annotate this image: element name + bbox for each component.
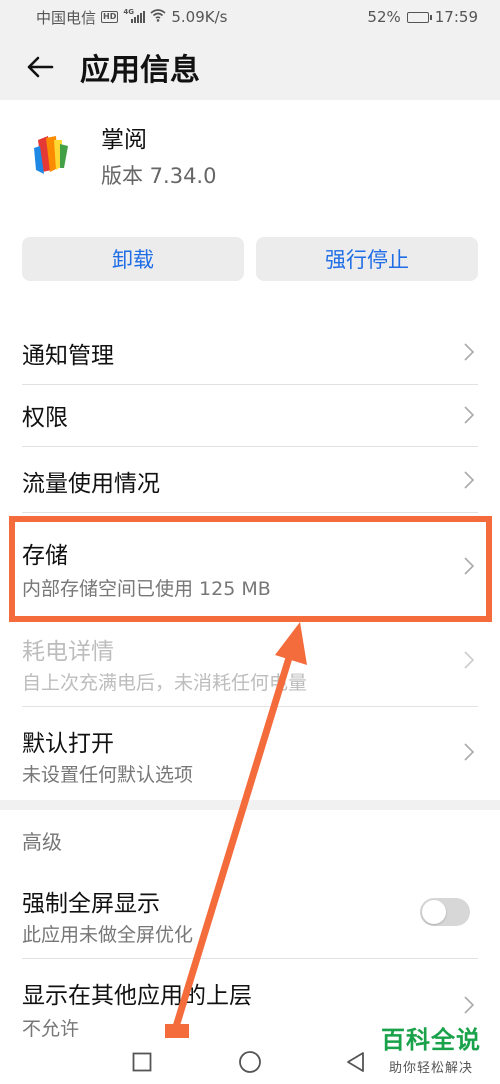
chevron-right-icon [464,743,474,761]
toggle-knob [422,900,446,924]
wifi-icon [150,8,166,26]
setting-row-notifications[interactable]: 通知管理 [0,320,500,384]
setting-title: 权限 [22,405,68,431]
setting-row-battery: 耗电详情 自上次充满电后，未消耗任何电量 [0,616,500,706]
chevron-right-icon [464,343,474,361]
app-version: 版本 7.34.0 [101,164,217,188]
setting-title: 通知管理 [22,343,114,369]
setting-title: 耗电详情 [22,639,114,665]
back-nav-button[interactable] [338,1046,374,1078]
app-info-screen: 中国电信 HD 4G 5.09K/s 52% 17:59 应用信息 掌阅 版本 … [0,0,500,1084]
section-label-advanced: 高级 [22,830,62,854]
back-button[interactable] [0,34,80,100]
setting-row-data-usage[interactable]: 流量使用情况 [0,446,500,512]
recent-apps-button[interactable] [124,1046,160,1078]
setting-title: 显示在其他应用的上层 [22,983,252,1009]
setting-subtitle: 此应用未做全屏优化 [22,924,194,946]
fullscreen-toggle[interactable] [420,898,470,926]
setting-subtitle: 未设置任何默认选项 [22,764,194,786]
setting-subtitle: 不允许 [22,1018,80,1040]
setting-title: 默认打开 [22,731,114,757]
carrier-label: 中国电信 [36,8,97,27]
network-speed: 5.09K/s [171,8,228,26]
setting-row-open-by-default[interactable]: 默认打开 未设置任何默认选项 [0,706,500,800]
chevron-right-icon [464,996,474,1014]
circle-icon [239,1051,261,1073]
status-right: 52% 17:59 [367,8,478,26]
setting-title: 流量使用情况 [22,471,160,497]
battery-percent: 52% [367,8,401,26]
force-stop-button[interactable]: 强行停止 [256,237,478,281]
status-left: 中国电信 HD 4G 5.09K/s [36,7,227,28]
triangle-back-icon [347,1052,364,1072]
clock: 17:59 [434,8,478,26]
highlight-box [9,516,492,622]
status-bar: 中国电信 HD 4G 5.09K/s 52% 17:59 [0,0,500,34]
home-button[interactable] [232,1046,268,1078]
battery-icon [406,11,432,23]
uninstall-button[interactable]: 卸载 [22,237,244,281]
chevron-right-icon [464,651,474,669]
setting-subtitle: 自上次充满电后，未消耗任何电量 [22,672,308,694]
setting-row-permissions[interactable]: 权限 [0,384,500,446]
square-icon [132,1052,152,1072]
setting-title: 强制全屏显示 [22,891,160,917]
app-name: 掌阅 [101,127,147,153]
watermark-title: 百科全说 [381,1026,481,1054]
app-icon [30,130,76,180]
chevron-right-icon [464,406,474,424]
chevron-right-icon [464,471,474,489]
back-arrow-icon [27,56,54,78]
app-bar: 应用信息 [0,34,500,100]
watermark: 百科全说 助你轻松解决 [372,1020,490,1076]
signal-icon: 4G [123,8,146,23]
hd-icon: HD [101,11,119,23]
watermark-subtitle: 助你轻松解决 [388,1061,473,1076]
page-title: 应用信息 [80,53,200,88]
